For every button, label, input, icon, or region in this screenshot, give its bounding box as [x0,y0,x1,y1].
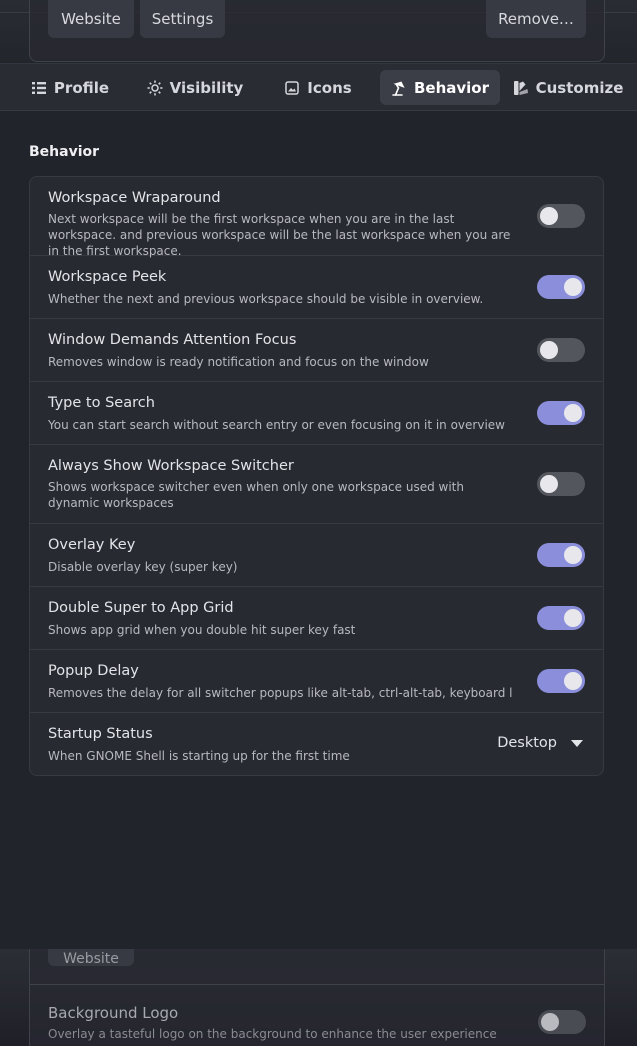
tab-profile[interactable]: Profile [29,70,111,105]
behavior-page: Behavior Workspace Wraparound Next works… [0,111,637,949]
row-title: Workspace Wraparound [48,190,221,206]
switch-knob [564,278,582,296]
row-always-show-workspace-switcher: Always Show Workspace Switcher Shows wor… [30,445,603,524]
workspace-peek-switch[interactable] [537,275,585,299]
row-popup-delay: Popup Delay Removes the delay for all sw… [30,650,603,713]
switch-knob [541,1013,559,1031]
palette-icon [513,80,528,95]
type-to-search-switch[interactable] [537,401,585,425]
section-title: Behavior [29,144,100,160]
switch-knob [564,546,582,564]
row-title: Always Show Workspace Switcher [48,458,294,474]
behavior-settings-list: Workspace Wraparound Next workspace will… [29,176,604,776]
row-subtitle: Next workspace will be the first workspa… [48,212,511,258]
tab-bar: Profile Visibility Icons Behavior Custom… [0,64,637,111]
website-button[interactable]: Website [48,0,134,38]
tab-behavior[interactable]: Behavior [380,70,500,105]
tab-label: Behavior [413,78,490,97]
desk-lamp-icon [392,81,405,96]
tab-visibility[interactable]: Visibility [146,70,244,105]
row-title: Startup Status [48,726,153,742]
switch-knob [540,341,558,359]
row-subtitle: Removes the delay for all switcher popup… [48,686,513,700]
row-subtitle: When GNOME Shell is starting up for the … [48,749,350,763]
startup-status-dropdown[interactable]: Desktop [497,735,583,751]
double-super-app-grid-switch[interactable] [537,606,585,630]
preferences-window: Profile Visibility Icons Behavior Custom… [0,63,637,950]
row-title: Type to Search [48,395,155,411]
row-overlay-key: Overlay Key Disable overlay key (super k… [30,524,603,587]
image-icon [285,80,300,95]
row-subtitle: You can start search without search entr… [48,418,505,432]
row-subtitle: Shows workspace switcher even when only … [48,480,464,510]
row-title: Overlay Key [48,537,136,553]
row-workspace-peek: Workspace Peek Whether the next and prev… [30,256,603,319]
row-window-demands-attention: Window Demands Attention Focus Removes w… [30,319,603,382]
window-demands-attention-switch[interactable] [537,338,585,362]
row-subtitle: Disable overlay key (super key) [48,560,238,574]
row-subtitle: Shows app grid when you double hit super… [48,623,356,637]
sun-icon [147,80,163,95]
tab-icons[interactable]: Icons [280,70,356,105]
row-startup-status: Startup Status When GNOME Shell is start… [30,713,603,775]
website-button[interactable]: Website [48,949,134,966]
background-window-top: Website Settings Remove… [0,0,637,64]
tab-customize[interactable]: Customize [509,70,627,105]
switch-knob [540,207,558,225]
background-logo-subtitle: Overlay a tasteful logo on the backgroun… [48,1027,497,1041]
remove-button[interactable]: Remove… [486,0,586,38]
row-subtitle: Whether the next and previous workspace … [48,292,484,306]
dropdown-value: Desktop [497,735,557,751]
switch-knob [540,475,558,493]
row-type-to-search: Type to Search You can start search with… [30,382,603,445]
row-title: Window Demands Attention Focus [48,332,297,348]
switch-knob [564,404,582,422]
workspace-wraparound-switch[interactable] [537,204,585,228]
tab-label: Visibility [169,78,244,97]
row-title: Popup Delay [48,663,139,679]
background-logo-switch[interactable] [538,1010,586,1034]
popup-delay-switch[interactable] [537,669,585,693]
row-subtitle: Removes window is ready notification and… [48,355,429,369]
row-workspace-wraparound: Workspace Wraparound Next workspace will… [30,177,603,258]
tab-label: Customize [535,78,624,97]
settings-button[interactable]: Settings [140,0,225,38]
always-show-workspace-switcher-switch[interactable] [537,472,585,496]
switch-knob [564,609,582,627]
overlay-key-switch[interactable] [537,543,585,567]
background-window-bottom: Website Background Logo Overlay a tastef… [0,949,637,1046]
switch-knob [564,672,582,690]
chevron-down-icon [571,739,583,747]
row-double-super-app-grid: Double Super to App Grid Shows app grid … [30,587,603,650]
divider [29,984,605,985]
row-title: Workspace Peek [48,269,167,285]
tab-label: Icons [307,78,352,97]
background-logo-title: Background Logo [48,1004,179,1022]
row-title: Double Super to App Grid [48,600,234,616]
list-icon [31,81,46,94]
tab-label: Profile [53,78,110,97]
